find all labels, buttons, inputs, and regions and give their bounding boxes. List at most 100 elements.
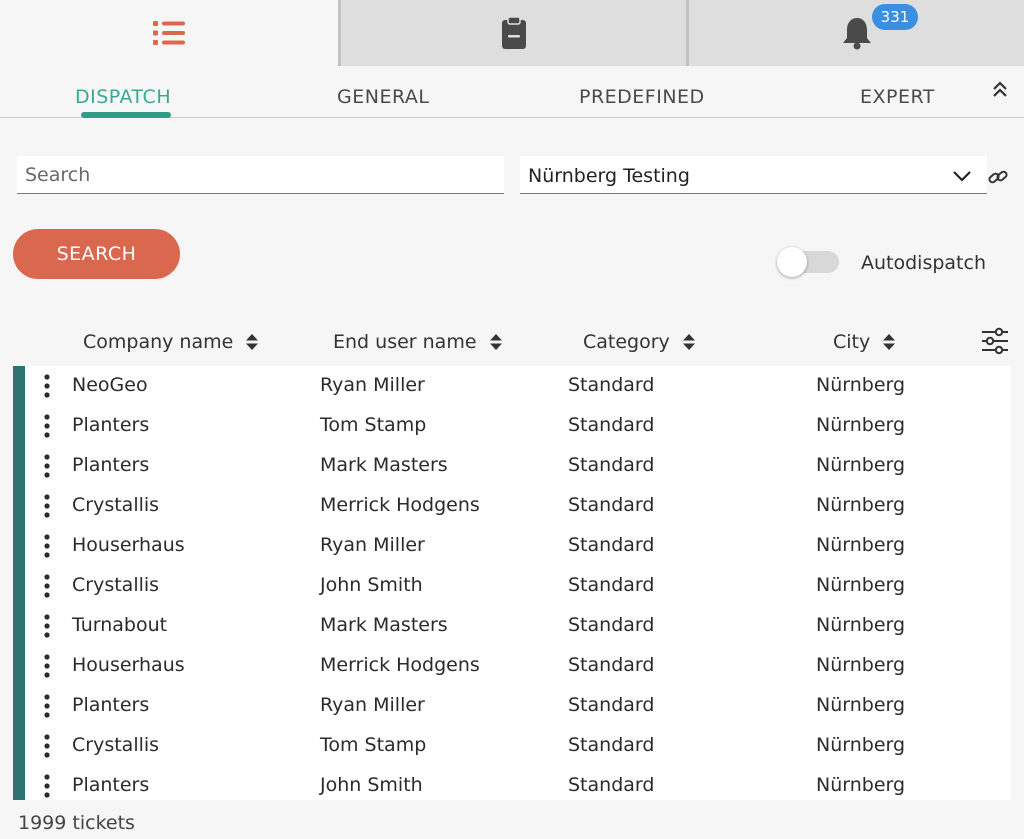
toggle-knob <box>777 247 807 277</box>
table-row[interactable]: Crystallis Merrick Hodgens Standard Nürnber… <box>13 486 1011 526</box>
active-tab-indicator <box>81 112 171 118</box>
table-row[interactable]: Crystallis Tom Stamp Standard Nürnberg <box>13 726 1011 766</box>
cell-end-user: John Smith <box>320 574 423 596</box>
cell-end-user: Mark Masters <box>320 614 448 636</box>
chevron-down-icon[interactable] <box>952 168 972 184</box>
table-row[interactable]: Turnabout Mark Masters Standard Nürnberg <box>13 606 1011 646</box>
tab-list[interactable] <box>0 0 338 66</box>
clipboard-icon <box>501 16 526 49</box>
tab-dispatch[interactable]: DISPATCH <box>75 86 171 108</box>
table-row[interactable]: NeoGeo Ryan Miller Standard Nürnberg <box>13 366 1011 406</box>
kebab-menu-icon[interactable] <box>41 653 53 679</box>
cell-city: Nürnberg <box>816 774 906 796</box>
column-label: City <box>833 331 871 353</box>
kebab-menu-icon[interactable] <box>41 613 53 639</box>
cell-category: Standard <box>568 734 655 756</box>
cell-end-user: Merrick Hodgens <box>320 654 480 676</box>
cell-end-user: Tom Stamp <box>320 734 427 756</box>
table-header: Company name End user name Category City <box>13 322 1011 364</box>
link-icon[interactable] <box>987 167 1009 187</box>
cell-end-user: Ryan Miller <box>320 374 425 396</box>
table-row[interactable]: Planters John Smith Standard Nürnberg <box>13 766 1011 800</box>
cell-city: Nürnberg <box>816 454 906 476</box>
kebab-menu-icon[interactable] <box>41 413 53 439</box>
kebab-menu-icon[interactable] <box>41 733 53 759</box>
tab-expert[interactable]: EXPERT <box>860 86 935 108</box>
notification-badge: 331 <box>872 4 918 30</box>
tab-clipboard[interactable] <box>338 0 686 66</box>
table-row[interactable]: Houserhaus Ryan Miller Standard Nürnberg <box>13 526 1011 566</box>
sort-icon <box>246 334 259 350</box>
table-row[interactable]: Planters Mark Masters Standard Nürnberg <box>13 446 1011 486</box>
cell-category: Standard <box>568 574 655 596</box>
cell-company: Crystallis <box>72 734 160 756</box>
cell-city: Nürnberg <box>816 414 906 436</box>
cell-category: Standard <box>568 774 655 796</box>
cell-end-user: Merrick Hodgens <box>320 494 480 516</box>
ticket-count: 1999 tickets <box>18 812 135 834</box>
column-header-city[interactable]: City <box>833 331 896 353</box>
top-tab-bar: 331 <box>0 0 1024 66</box>
search-input[interactable] <box>17 156 504 194</box>
column-header-category[interactable]: Category <box>583 331 696 353</box>
cell-city: Nürnberg <box>816 574 906 596</box>
kebab-menu-icon[interactable] <box>41 453 53 479</box>
cell-city: Nürnberg <box>816 734 906 756</box>
autodispatch-label: Autodispatch <box>861 252 986 274</box>
kebab-menu-icon[interactable] <box>41 573 53 599</box>
cell-company: Houserhaus <box>72 654 185 676</box>
cell-end-user: John Smith <box>320 774 423 796</box>
cell-end-user: Tom Stamp <box>320 414 427 436</box>
kebab-menu-icon[interactable] <box>41 493 53 519</box>
cell-company: Planters <box>72 414 150 436</box>
cell-city: Nürnberg <box>816 614 906 636</box>
kebab-menu-icon[interactable] <box>41 773 53 799</box>
table-body: NeoGeo Ryan Miller Standard Nürnberg Planter… <box>13 366 1011 800</box>
cell-city: Nürnberg <box>816 374 906 396</box>
cell-end-user: Mark Masters <box>320 454 448 476</box>
cell-end-user: Ryan Miller <box>320 694 425 716</box>
cell-city: Nürnberg <box>816 654 906 676</box>
cell-city: Nürnberg <box>816 494 906 516</box>
cell-company: Crystallis <box>72 494 160 516</box>
cell-category: Standard <box>568 534 655 556</box>
kebab-menu-icon[interactable] <box>41 693 53 719</box>
column-header-end-user[interactable]: End user name <box>333 331 503 353</box>
column-label: Category <box>583 331 670 353</box>
autodispatch-toggle[interactable] <box>777 247 839 277</box>
cell-company: Houserhaus <box>72 534 185 556</box>
column-header-company[interactable]: Company name <box>83 331 259 353</box>
location-select[interactable]: Nürnberg Testing <box>520 156 987 194</box>
sort-icon <box>883 334 896 350</box>
list-icon <box>153 21 185 45</box>
tab-notifications[interactable] <box>686 0 1024 66</box>
cell-category: Standard <box>568 414 655 436</box>
cell-category: Standard <box>568 654 655 676</box>
table-row[interactable]: Houserhaus Merrick Hodgens Standard Nürnber… <box>13 646 1011 686</box>
chevron-double-up-icon[interactable] <box>990 80 1010 100</box>
table-row[interactable]: Planters Tom Stamp Standard Nürnberg <box>13 406 1011 446</box>
cell-company: Crystallis <box>72 574 160 596</box>
tab-predefined[interactable]: PREDEFINED <box>579 86 705 108</box>
column-settings-icon[interactable] <box>980 327 1010 355</box>
kebab-menu-icon[interactable] <box>41 373 53 399</box>
search-button[interactable]: SEARCH <box>13 229 180 279</box>
cell-company: Turnabout <box>72 614 168 636</box>
sort-icon <box>682 334 695 350</box>
cell-category: Standard <box>568 454 655 476</box>
cell-category: Standard <box>568 374 655 396</box>
column-label: End user name <box>333 331 477 353</box>
cell-company: NeoGeo <box>72 374 148 396</box>
kebab-menu-icon[interactable] <box>41 533 53 559</box>
cell-category: Standard <box>568 614 655 636</box>
sort-icon <box>489 334 502 350</box>
table-row[interactable]: Planters Ryan Miller Standard Nürnberg <box>13 686 1011 726</box>
sub-tab-bar: DISPATCH GENERAL PREDEFINED EXPERT <box>0 66 1024 118</box>
cell-category: Standard <box>568 694 655 716</box>
tab-general[interactable]: GENERAL <box>337 86 429 108</box>
table-row[interactable]: Crystallis John Smith Standard Nürnberg <box>13 566 1011 606</box>
cell-company: Planters <box>72 694 150 716</box>
cell-category: Standard <box>568 494 655 516</box>
bell-icon <box>842 18 871 50</box>
cell-company: Planters <box>72 454 150 476</box>
